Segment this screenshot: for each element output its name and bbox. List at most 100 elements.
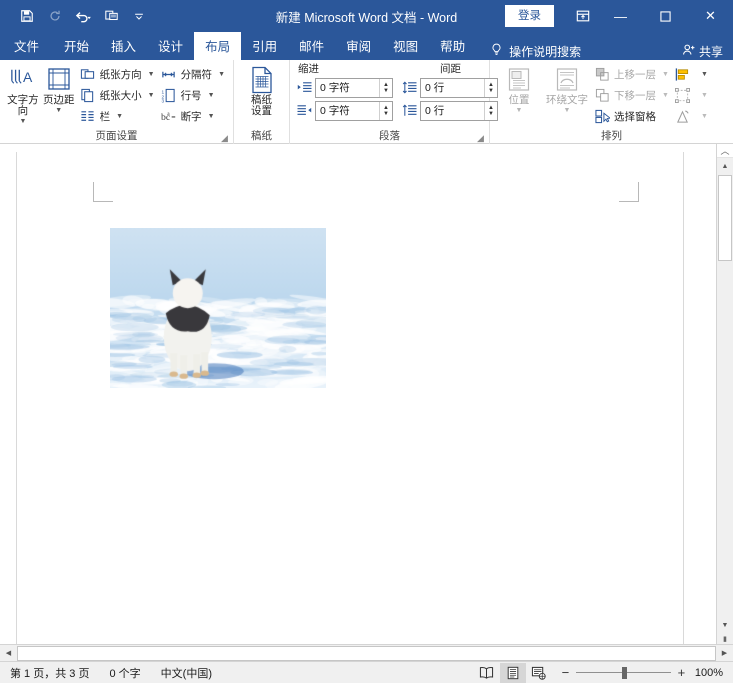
hyphenation-button[interactable]: bc a 断字 ▼ — [158, 106, 228, 126]
indent-heading: 缩进 — [298, 63, 319, 75]
indent-right-input[interactable]: 0 字符 ▲ ▼ — [315, 100, 393, 121]
margins-button[interactable]: 页边距 ▼ — [41, 63, 77, 115]
chevron-down-icon[interactable]: ▼ — [116, 113, 123, 120]
tab-home[interactable]: 开始 — [53, 32, 100, 60]
chevron-down-icon[interactable]: ▼ — [148, 92, 155, 99]
chevron-down-icon: ▼ — [515, 107, 523, 114]
send-backward-icon — [594, 87, 610, 103]
chevron-down-icon[interactable]: ▼ — [55, 107, 62, 115]
tab-view[interactable]: 视图 — [382, 32, 429, 60]
language-indicator[interactable]: 中文(中国) — [151, 665, 222, 681]
horizontal-scrollbar[interactable]: ◀ ▶ — [0, 644, 733, 661]
indent-right-stepper[interactable]: ▲ ▼ — [379, 101, 392, 120]
zoom-in-button[interactable]: + — [676, 666, 687, 679]
bring-forward-icon — [594, 66, 610, 82]
minimize-button[interactable]: — — [598, 0, 643, 32]
print-layout-button[interactable] — [499, 662, 526, 683]
line-numbers-button[interactable]: 123 行号 ▼ — [158, 85, 228, 105]
tab-insert[interactable]: 插入 — [100, 32, 147, 60]
vertical-scroll-thumb[interactable] — [718, 175, 732, 261]
chevron-down-icon[interactable] — [126, 4, 152, 28]
paper-size-icon — [80, 87, 96, 103]
chevron-down-icon: ▼ — [563, 107, 571, 114]
vertical-scroll-track[interactable] — [717, 175, 733, 617]
chevron-down-icon[interactable]: ▼ — [218, 71, 225, 78]
maximize-button[interactable] — [643, 0, 688, 32]
group-objects-button: ▼ — [672, 85, 711, 105]
indent-left-stepper[interactable]: ▲ ▼ — [379, 78, 392, 97]
zoom-out-button[interactable]: − — [560, 666, 571, 679]
scroll-up-button[interactable]: ▲ — [717, 158, 733, 175]
scroll-right-button[interactable]: ▶ — [716, 645, 733, 662]
selection-pane-label: 选择窗格 — [614, 110, 656, 123]
selection-pane-button[interactable]: 选择窗格 — [591, 106, 672, 126]
indent-left-row: 0 字符 ▲ ▼ — [296, 77, 393, 98]
chevron-down-icon[interactable]: ▼ — [148, 71, 155, 78]
vertical-scrollbar[interactable]: ︿ ▲ ▼ ▮ — [716, 144, 733, 644]
touch-mode-icon[interactable] — [98, 4, 124, 28]
tab-references[interactable]: 引用 — [241, 32, 288, 60]
tab-design[interactable]: 设计 — [147, 32, 194, 60]
scroll-down-button[interactable]: ▼ — [717, 617, 733, 634]
close-button[interactable]: ✕ — [688, 0, 733, 32]
orientation-button[interactable]: 纸张方向 ▼ — [77, 64, 158, 84]
tell-me-search[interactable]: 操作说明搜索 — [490, 43, 581, 60]
columns-button[interactable]: 栏 ▼ — [77, 106, 158, 126]
sign-in-button[interactable]: 登录 — [505, 4, 554, 28]
chevron-down-icon[interactable]: ▼ — [19, 118, 26, 126]
spacing-after-input[interactable]: 0 行 ▲ ▼ — [420, 100, 498, 121]
document-canvas[interactable] — [0, 144, 716, 644]
margins-icon — [46, 65, 72, 95]
position-button: 位置 ▼ — [495, 63, 543, 115]
chevron-down-icon[interactable]: ▼ — [208, 113, 215, 120]
spacing-before-input[interactable]: 0 行 ▲ ▼ — [420, 77, 498, 98]
web-layout-button[interactable] — [526, 663, 552, 683]
split-handle[interactable]: ▮ — [717, 634, 733, 644]
text-direction-button[interactable]: A 文字方向 ▼ — [5, 63, 41, 126]
align-objects-button[interactable]: ▼ — [672, 64, 711, 84]
paper-size-button[interactable]: 纸张大小 ▼ — [77, 85, 158, 105]
spacing-after-value: 0 行 — [425, 104, 445, 117]
word-count[interactable]: 0 个字 — [99, 665, 150, 681]
zoom-slider-handle[interactable] — [621, 666, 627, 679]
tab-mailings[interactable]: 邮件 — [288, 32, 335, 60]
chevron-down-icon[interactable]: ▼ — [701, 71, 708, 78]
zoom-level[interactable]: 100% — [695, 667, 733, 679]
ribbon-display-options-icon[interactable] — [568, 0, 598, 32]
indent-left-value: 0 字符 — [320, 81, 350, 94]
husky-in-snow-image[interactable] — [110, 228, 326, 388]
tab-layout[interactable]: 布局 — [194, 32, 242, 60]
ribbon-group-page-setup: A 文字方向 ▼ 页边距 ▼ 纸张方向 ▼ 纸张大小 ▼ 栏 ▼ 分隔符 ▼ 1… — [0, 60, 234, 144]
spacing-after-row: 0 行 ▲ ▼ — [401, 100, 498, 121]
chevron-down-icon: ▼ — [700, 91, 708, 99]
spacing-column: 间距 0 行 ▲ ▼ 0 行 ▲ ▼ — [401, 62, 498, 123]
undo-icon[interactable] — [70, 4, 96, 28]
zoom-slider[interactable] — [575, 666, 671, 679]
page-setup-dialog-launcher[interactable]: ◢ — [220, 134, 229, 143]
document-area: ︿ ▲ ▼ ▮ — [0, 144, 733, 644]
chevron-down-icon[interactable]: ▼ — [208, 92, 215, 99]
page-indicator[interactable]: 第 1 页，共 3 页 — [0, 665, 99, 681]
breaks-button[interactable]: 分隔符 ▼ — [158, 64, 228, 84]
orientation-label: 纸张方向 — [99, 68, 142, 81]
tab-file[interactable]: 文件 — [0, 32, 53, 60]
columns-icon — [80, 108, 96, 124]
indent-left-input[interactable]: 0 字符 ▲ ▼ — [315, 77, 393, 98]
scroll-left-button[interactable]: ◀ — [0, 645, 17, 662]
horizontal-scroll-track[interactable] — [17, 645, 716, 662]
paragraph-dialog-launcher[interactable]: ◢ — [476, 134, 485, 143]
horizontal-scroll-thumb[interactable] — [17, 645, 716, 661]
share-button[interactable]: 共享 — [682, 43, 723, 60]
manuscript-settings-button[interactable]: 稿纸 设置 — [239, 63, 284, 117]
group-objects-icon — [675, 87, 691, 103]
tab-review[interactable]: 审阅 — [335, 32, 382, 60]
save-icon[interactable] — [14, 4, 40, 28]
tab-help[interactable]: 帮助 — [429, 32, 476, 60]
ribbon-collapse-button[interactable]: ︿ — [717, 144, 733, 158]
manuscript-label-line2: 设置 — [251, 105, 272, 117]
redo-icon — [42, 4, 68, 28]
paragraph-group-label-text: 段落 — [379, 130, 400, 142]
quick-access-toolbar — [0, 4, 152, 28]
read-mode-button[interactable] — [474, 663, 500, 683]
document-page[interactable] — [16, 152, 684, 644]
